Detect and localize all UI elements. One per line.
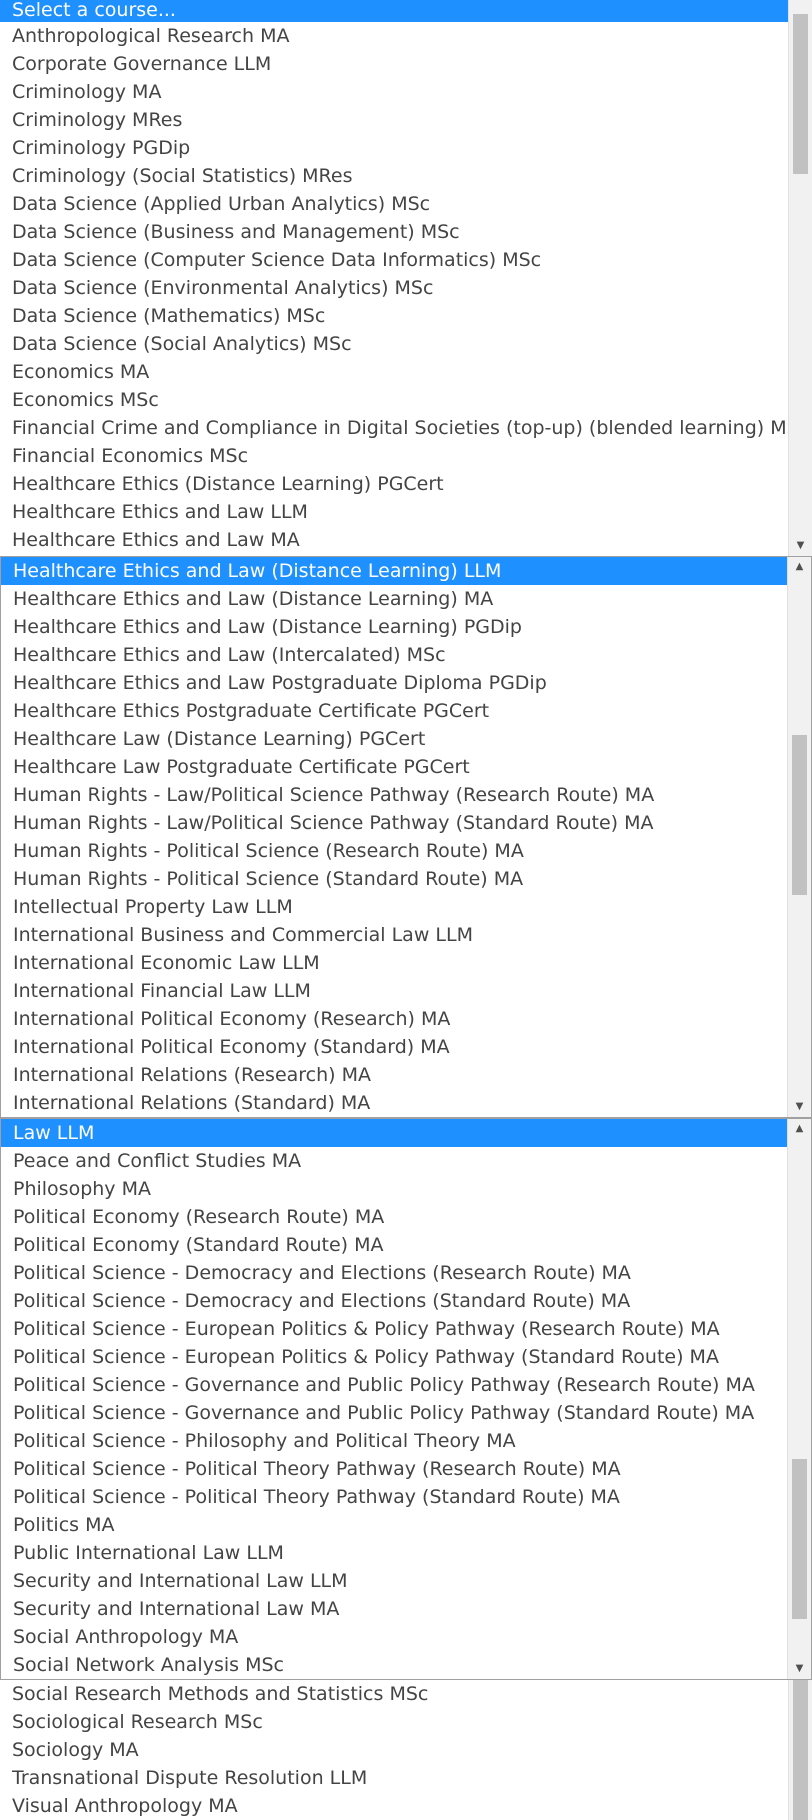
scrollbar[interactable]: ▲ ▼: [787, 1119, 811, 1679]
course-option[interactable]: Public International Law LLM: [1, 1539, 787, 1567]
course-option[interactable]: Politics MA: [1, 1511, 787, 1539]
course-option[interactable]: Healthcare Law Postgraduate Certificate …: [1, 753, 787, 781]
scroll-thumb[interactable]: [792, 1459, 807, 1619]
course-option[interactable]: Political Science - Governance and Publi…: [1, 1371, 787, 1399]
course-option[interactable]: Data Science (Computer Science Data Info…: [0, 246, 788, 274]
scroll-down-arrow-icon[interactable]: ▼: [788, 1097, 811, 1117]
options-list: Select a course... Anthropological Resear…: [0, 0, 788, 556]
course-option[interactable]: Human Rights - Political Science (Standa…: [1, 865, 787, 893]
course-option[interactable]: Healthcare Ethics and Law LLM: [0, 498, 788, 526]
course-option[interactable]: Sociological Research MSc: [0, 1708, 788, 1736]
course-option[interactable]: Political Science - Governance and Publi…: [1, 1399, 787, 1427]
options-list: Social Research Methods and Statistics M…: [0, 1680, 788, 1820]
course-option[interactable]: Peace and Conflict Studies MA: [1, 1147, 787, 1175]
course-option[interactable]: Transnational Dispute Resolution LLM: [0, 1764, 788, 1792]
course-option[interactable]: Criminology MA: [0, 78, 788, 106]
course-option[interactable]: Political Science - European Politics & …: [1, 1343, 787, 1371]
course-option[interactable]: International Relations (Standard) MA: [1, 1089, 787, 1117]
course-option[interactable]: Financial Crime and Compliance in Digita…: [0, 414, 788, 442]
course-option[interactable]: Data Science (Environmental Analytics) M…: [0, 274, 788, 302]
course-option[interactable]: Corporate Governance LLM: [0, 50, 788, 78]
course-option[interactable]: Philosophy MA: [1, 1175, 787, 1203]
scroll-thumb[interactable]: [793, 14, 808, 174]
course-option[interactable]: Human Rights - Law/Political Science Pat…: [1, 809, 787, 837]
scroll-down-arrow-icon[interactable]: ▼: [788, 1659, 811, 1679]
course-option[interactable]: Data Science (Mathematics) MSc: [0, 302, 788, 330]
course-option[interactable]: International Relations (Research) MA: [1, 1061, 787, 1089]
course-option[interactable]: Social Network Analysis MSc: [1, 1651, 787, 1679]
course-option[interactable]: Political Science - European Politics & …: [1, 1315, 787, 1343]
course-option[interactable]: Security and International Law LLM: [1, 1567, 787, 1595]
course-option[interactable]: Healthcare Ethics (Distance Learning) PG…: [0, 470, 788, 498]
course-option[interactable]: Anthropological Research MA: [0, 22, 788, 50]
course-option[interactable]: Healthcare Ethics and Law (Distance Lear…: [1, 585, 787, 613]
course-option[interactable]: Social Anthropology MA: [1, 1623, 787, 1651]
course-option[interactable]: Human Rights - Political Science (Resear…: [1, 837, 787, 865]
selected-option[interactable]: Healthcare Ethics and Law (Distance Lear…: [1, 557, 787, 585]
course-option[interactable]: Political Science - Political Theory Pat…: [1, 1483, 787, 1511]
course-option[interactable]: Political Economy (Research Route) MA: [1, 1203, 787, 1231]
course-option[interactable]: International Political Economy (Researc…: [1, 1005, 787, 1033]
course-option[interactable]: Visual Anthropology MA: [0, 1792, 788, 1820]
course-option[interactable]: Political Science - Philosophy and Polit…: [1, 1427, 787, 1455]
course-dropdown-list-3[interactable]: Law LLM Peace and Conflict Studies MA Phil…: [0, 1118, 812, 1680]
course-dropdown-list-1[interactable]: Select a course... Anthropological Resear…: [0, 0, 812, 556]
course-option[interactable]: Sociology MA: [0, 1736, 788, 1764]
course-option[interactable]: International Financial Law LLM: [1, 977, 787, 1005]
selected-option[interactable]: Select a course...: [0, 0, 788, 22]
course-option[interactable]: International Business and Commercial La…: [1, 921, 787, 949]
course-option[interactable]: Political Economy (Standard Route) MA: [1, 1231, 787, 1259]
scrollbar[interactable]: ▲ ▼: [787, 557, 811, 1117]
course-option[interactable]: Political Science - Democracy and Electi…: [1, 1259, 787, 1287]
selected-option[interactable]: Law LLM: [1, 1119, 787, 1147]
course-option[interactable]: Economics MA: [0, 358, 788, 386]
options-list: Law LLM Peace and Conflict Studies MA Phil…: [1, 1119, 787, 1679]
course-option[interactable]: Criminology (Social Statistics) MRes: [0, 162, 788, 190]
course-option[interactable]: Healthcare Ethics and Law (Intercalated)…: [1, 641, 787, 669]
course-option[interactable]: Criminology PGDip: [0, 134, 788, 162]
scroll-down-arrow-icon[interactable]: ▼: [789, 536, 812, 556]
course-option[interactable]: Intellectual Property Law LLM: [1, 893, 787, 921]
course-option[interactable]: Data Science (Business and Management) M…: [0, 218, 788, 246]
scroll-up-arrow-icon[interactable]: ▲: [788, 557, 811, 577]
course-option[interactable]: Healthcare Law (Distance Learning) PGCer…: [1, 725, 787, 753]
course-option[interactable]: Healthcare Ethics and Law MA: [0, 526, 788, 554]
course-option[interactable]: Political Science - Democracy and Electi…: [1, 1287, 787, 1315]
course-option[interactable]: International Political Economy (Standar…: [1, 1033, 787, 1061]
scroll-up-arrow-icon[interactable]: ▲: [788, 1119, 811, 1139]
course-option[interactable]: Data Science (Social Analytics) MSc: [0, 330, 788, 358]
course-option[interactable]: Healthcare Ethics and Law (Distance Lear…: [1, 613, 787, 641]
course-option[interactable]: Human Rights - Law/Political Science Pat…: [1, 781, 787, 809]
course-option[interactable]: Economics MSc: [0, 386, 788, 414]
course-option[interactable]: Data Science (Applied Urban Analytics) M…: [0, 190, 788, 218]
course-option[interactable]: Healthcare Ethics Postgraduate Certifica…: [1, 697, 787, 725]
course-option[interactable]: Security and International Law MA: [1, 1595, 787, 1623]
scrollbar[interactable]: [788, 1680, 812, 1820]
course-option[interactable]: Political Science - Political Theory Pat…: [1, 1455, 787, 1483]
course-option[interactable]: Criminology MRes: [0, 106, 788, 134]
course-option[interactable]: International Economic Law LLM: [1, 949, 787, 977]
options-list: Healthcare Ethics and Law (Distance Lear…: [1, 557, 787, 1117]
course-dropdown-list-4[interactable]: Social Research Methods and Statistics M…: [0, 1680, 812, 1820]
scrollbar[interactable]: ▼: [788, 0, 812, 556]
scroll-thumb[interactable]: [792, 735, 807, 895]
course-option[interactable]: Financial Economics MSc: [0, 442, 788, 470]
scroll-thumb[interactable]: [793, 1680, 808, 1820]
course-dropdown-list-2[interactable]: Healthcare Ethics and Law (Distance Lear…: [0, 556, 812, 1118]
course-option[interactable]: Social Research Methods and Statistics M…: [0, 1680, 788, 1708]
course-option[interactable]: Healthcare Ethics and Law Postgraduate D…: [1, 669, 787, 697]
